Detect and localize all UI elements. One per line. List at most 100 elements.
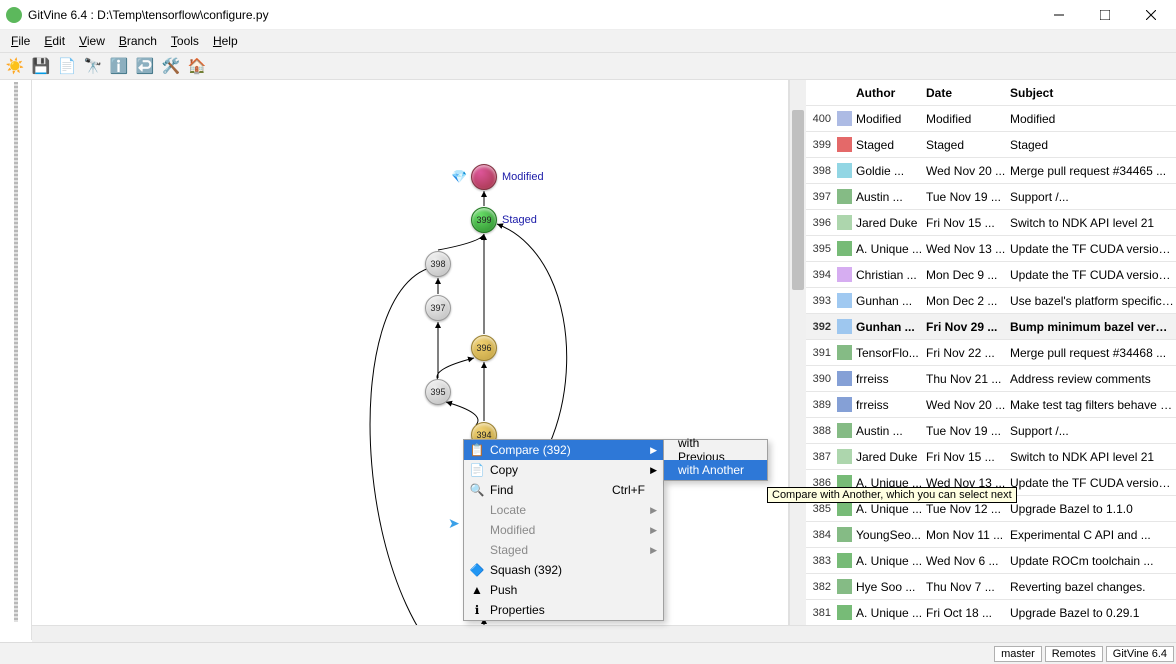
table-row[interactable]: 398Goldie ...Wed Nov 20 ...Merge pull re…	[806, 158, 1176, 184]
cell-author: frreiss	[854, 398, 926, 412]
table-row[interactable]: 390frreissThu Nov 21 ...Address review c…	[806, 366, 1176, 392]
window-title: GitVine 6.4 : D:\Temp\tensorflow\configu…	[28, 8, 1036, 22]
table-row[interactable]: 389frreissWed Nov 20 ...Make test tag fi…	[806, 392, 1176, 418]
commit-node-397[interactable]: 397	[425, 295, 451, 321]
table-row[interactable]: 392Gunhan ...Fri Nov 29 ...Bump minimum …	[806, 314, 1176, 340]
avatar-icon	[834, 163, 854, 178]
submenu-arrow-icon: ▶	[650, 465, 657, 476]
cell-author: A. Unique ...	[854, 502, 926, 516]
row-number: 394	[806, 269, 834, 281]
avatar-icon	[834, 371, 854, 386]
status-remotes[interactable]: Remotes	[1045, 646, 1103, 662]
menu-tools[interactable]: Tools	[164, 32, 206, 50]
ctx-label: Staged	[490, 543, 528, 557]
avatar-icon	[834, 605, 854, 620]
cell-date: Mon Dec 9 ...	[926, 268, 1010, 282]
status-master[interactable]: master	[994, 646, 1042, 662]
minimap[interactable]	[0, 80, 32, 640]
horizontal-scrollbar[interactable]	[32, 625, 1176, 642]
toolbar-home-icon[interactable]: 🏠	[186, 55, 208, 77]
cell-subject: Support /...	[1010, 190, 1176, 204]
ctx-properties[interactable]: ℹProperties	[464, 600, 663, 620]
col-date[interactable]: Date	[926, 86, 1010, 100]
table-row[interactable]: 400ModifiedModifiedModified	[806, 106, 1176, 132]
toolbar-info-icon[interactable]: ℹ️	[108, 55, 130, 77]
diamond-marker-icon: 💎	[451, 169, 467, 185]
menu-help[interactable]: Help	[206, 32, 245, 50]
ctx-sub-with-another[interactable]: with Another	[664, 460, 767, 480]
ctx-copy[interactable]: 📄 Copy ▶	[464, 460, 663, 480]
cell-subject: Merge pull request #34468 ...	[1010, 346, 1176, 360]
ctx-squash-[interactable]: 🔷Squash (392)	[464, 560, 663, 580]
ctx-icon: 📄	[469, 463, 485, 477]
toolbar-binoculars-icon[interactable]: 🔭	[82, 55, 104, 77]
table-row[interactable]: 391TensorFlo...Fri Nov 22 ...Merge pull …	[806, 340, 1176, 366]
avatar-icon	[834, 527, 854, 542]
menu-edit[interactable]: Edit	[37, 32, 72, 50]
cell-subject: Update the TF CUDA version ...	[1010, 242, 1176, 256]
toolbar-star-icon[interactable]: ☀️	[4, 55, 26, 77]
commit-node-395[interactable]: 395	[425, 379, 451, 405]
table-row[interactable]: 384YoungSeo...Mon Nov 11 ...Experimental…	[806, 522, 1176, 548]
cell-author: Staged	[854, 138, 926, 152]
cell-date: Tue Nov 19 ...	[926, 424, 1010, 438]
close-button[interactable]	[1128, 0, 1174, 30]
commit-node-398[interactable]: 398	[425, 251, 451, 277]
table-row[interactable]: 397Austin ...Tue Nov 19 ...Support /...	[806, 184, 1176, 210]
cell-date: Wed Nov 13 ...	[926, 242, 1010, 256]
cell-subject: Experimental C API and ...	[1010, 528, 1176, 542]
status-gitvine-6-4[interactable]: GitVine 6.4	[1106, 646, 1174, 662]
ctx-compare-[interactable]: 📋Compare (392)▶	[464, 440, 663, 460]
table-row[interactable]: 383A. Unique ...Wed Nov 6 ...Update ROCm…	[806, 548, 1176, 574]
commit-node-399[interactable]: 399	[471, 207, 497, 233]
minimize-button[interactable]	[1036, 0, 1082, 30]
scrollbar-thumb[interactable]	[792, 110, 804, 290]
context-submenu: with Previouswith Another	[663, 439, 768, 481]
col-author[interactable]: Author	[854, 86, 926, 100]
cell-author: Goldie ...	[854, 164, 926, 178]
cell-date: Fri Nov 15 ...	[926, 216, 1010, 230]
commit-node-396[interactable]: 396	[471, 335, 497, 361]
row-number: 388	[806, 425, 834, 437]
submenu-arrow-icon: ▶	[650, 445, 657, 456]
toolbar-refresh-icon[interactable]: ↩️	[134, 55, 156, 77]
table-row[interactable]: 395A. Unique ...Wed Nov 13 ...Update the…	[806, 236, 1176, 262]
menu-branch[interactable]: Branch	[112, 32, 164, 50]
table-row[interactable]: 396Jared DukeFri Nov 15 ...Switch to NDK…	[806, 210, 1176, 236]
table-row[interactable]: 394Christian ...Mon Dec 9 ...Update the …	[806, 262, 1176, 288]
commit-node-400[interactable]: 400	[471, 164, 497, 190]
avatar-icon	[834, 111, 854, 126]
toolbar-page-icon[interactable]: 📄	[56, 55, 78, 77]
ctx-sub-with-previous[interactable]: with Previous	[664, 440, 767, 460]
menu-file[interactable]: File	[4, 32, 37, 50]
table-row[interactable]: 388Austin ...Tue Nov 19 ...Support /...	[806, 418, 1176, 444]
ctx-label: Compare (392)	[490, 443, 571, 457]
table-row[interactable]: 382Hye Soo ...Thu Nov 7 ...Reverting baz…	[806, 574, 1176, 600]
table-header: Author Date Subject	[806, 80, 1176, 106]
ctx-find[interactable]: 🔍FindCtrl+F	[464, 480, 663, 500]
ctx-locate: Locate▶	[464, 500, 663, 520]
ctx-label: Copy	[490, 463, 518, 477]
toolbar: ☀️ 💾 📄 🔭 ℹ️ ↩️ 🛠️ 🏠	[0, 52, 1176, 80]
graph-scrollbar[interactable]	[789, 80, 806, 640]
menu-view[interactable]: View	[72, 32, 112, 50]
cell-subject: Merge pull request #34465 ...	[1010, 164, 1176, 178]
toolbar-save-icon[interactable]: 💾	[30, 55, 52, 77]
toolbar-tools-icon[interactable]: 🛠️	[160, 55, 182, 77]
table-row[interactable]: 381A. Unique ...Fri Oct 18 ...Upgrade Ba…	[806, 600, 1176, 626]
graph-pane[interactable]: ➤💎400Modified399Staged398397396395394393…	[32, 80, 789, 640]
ctx-push[interactable]: ▲Push	[464, 580, 663, 600]
cell-date: Wed Nov 6 ...	[926, 554, 1010, 568]
cell-subject: Update the TF CUDA version ...	[1010, 268, 1176, 282]
ctx-icon: 🔍	[469, 483, 485, 497]
cell-subject: Address review comments	[1010, 372, 1176, 386]
table-row[interactable]: 399StagedStagedStaged	[806, 132, 1176, 158]
table-row[interactable]: 387Jared DukeFri Nov 15 ...Switch to NDK…	[806, 444, 1176, 470]
cell-date: Thu Nov 21 ...	[926, 372, 1010, 386]
cell-subject: Switch to NDK API level 21	[1010, 216, 1176, 230]
cell-subject: Support /...	[1010, 424, 1176, 438]
avatar-icon	[834, 267, 854, 282]
col-subject[interactable]: Subject	[1010, 86, 1176, 100]
maximize-button[interactable]	[1082, 0, 1128, 30]
table-row[interactable]: 393Gunhan ...Mon Dec 2 ...Use bazel's pl…	[806, 288, 1176, 314]
